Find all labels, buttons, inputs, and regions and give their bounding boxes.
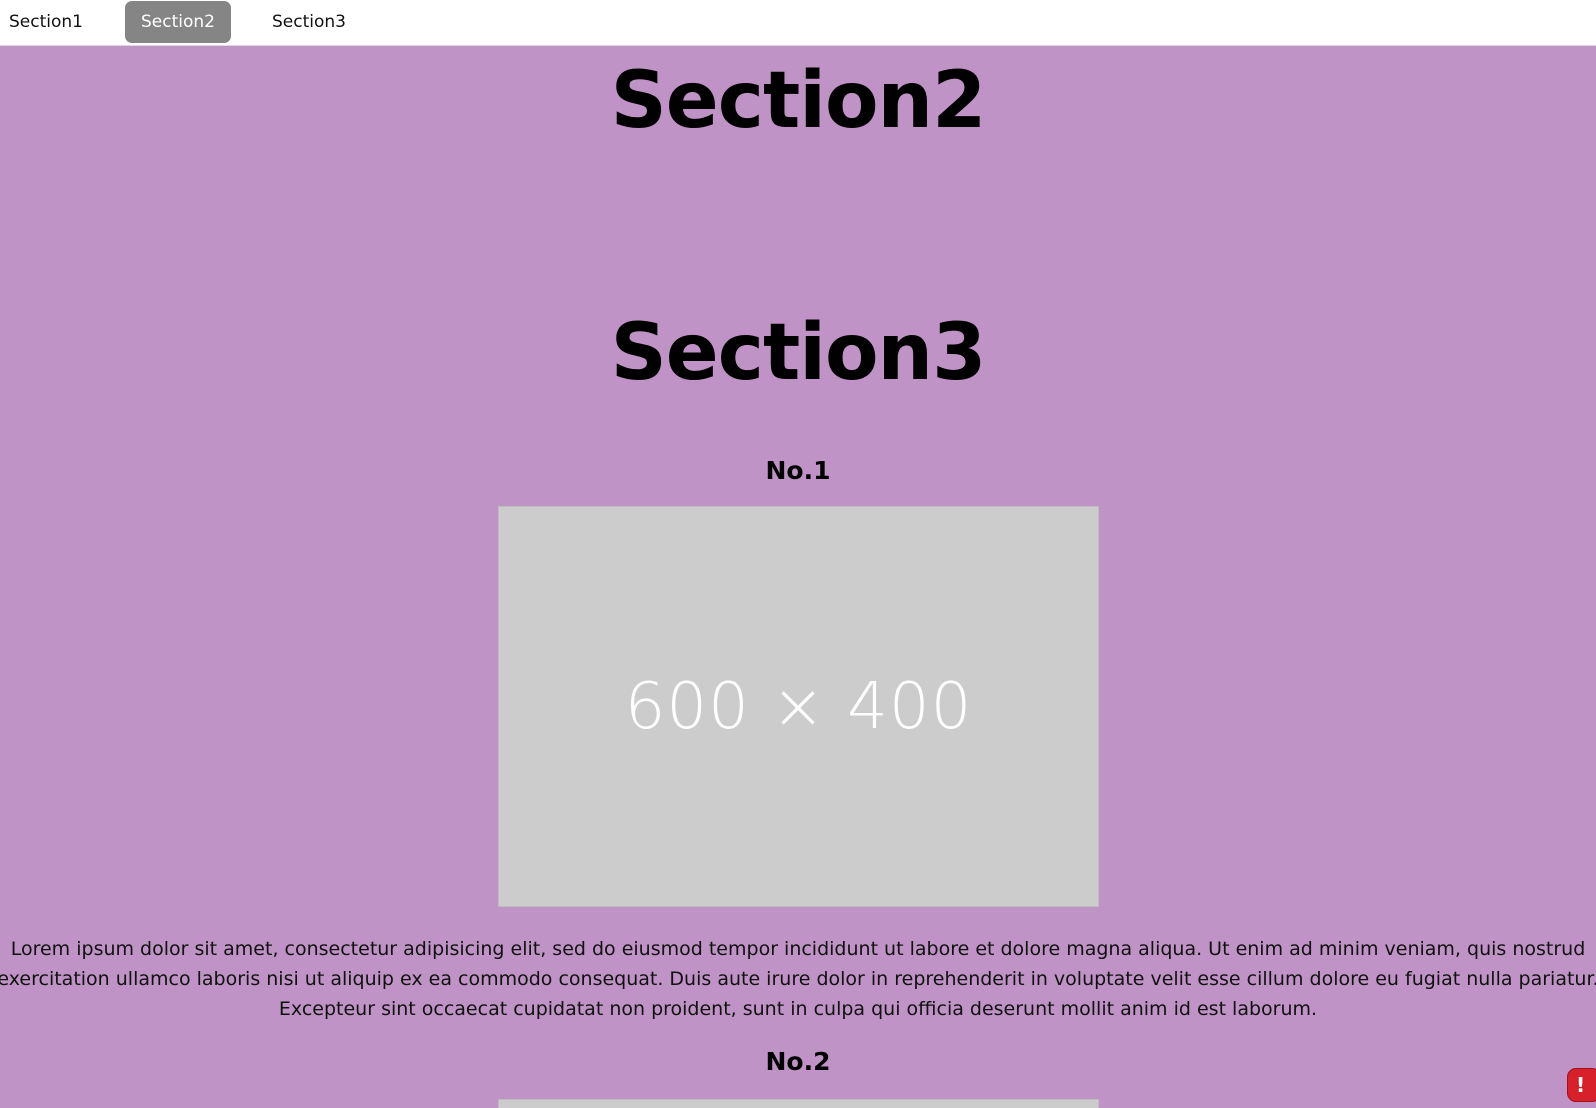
placeholder-image-no2	[498, 1099, 1099, 1108]
main-content[interactable]: Section2 Section3 No.1 600 × 400 Lorem i…	[0, 46, 1596, 1108]
item-heading-no2: No.2	[765, 1047, 831, 1076]
nav-item-section1[interactable]: Section1	[0, 1, 92, 43]
item-description-no1: Lorem ipsum dolor sit amet, consectetur …	[0, 938, 1596, 1020]
section3-title: Section3	[610, 308, 987, 398]
exclamation-icon[interactable]: !	[1567, 1068, 1596, 1102]
item-heading-no1: No.1	[765, 456, 831, 485]
top-nav: Section1 Section2 Section3	[0, 0, 1596, 46]
nav-item-section2[interactable]: Section2	[125, 1, 231, 43]
nav-item-section3[interactable]: Section3	[256, 1, 362, 43]
section2-title: Section2	[610, 56, 987, 146]
placeholder-image: 600 × 400	[498, 506, 1099, 907]
placeholder-image-label: 600 × 400	[624, 669, 973, 744]
